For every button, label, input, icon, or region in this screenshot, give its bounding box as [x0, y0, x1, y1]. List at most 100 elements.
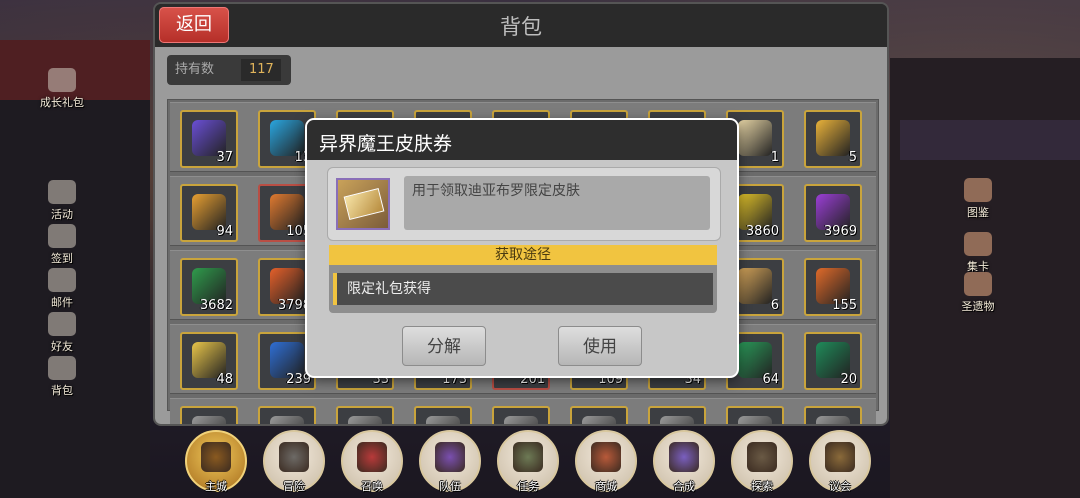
item-icon: [660, 416, 694, 424]
card-icon: [964, 232, 992, 256]
nav-item-3[interactable]: 召唤: [341, 430, 403, 493]
bag-icon: [48, 356, 76, 380]
crystal-icon: [669, 442, 699, 472]
inventory-slot[interactable]: [258, 406, 316, 424]
swords-icon: [279, 442, 309, 472]
inventory-slot[interactable]: 3969: [804, 184, 862, 242]
item-quantity: 48: [216, 372, 233, 387]
nav-item-9[interactable]: 议会: [809, 430, 871, 493]
sidebar-item-codex[interactable]: 图鉴: [948, 178, 1008, 220]
inventory-slot[interactable]: [648, 406, 706, 424]
acquire-source-header: 获取途径: [329, 245, 717, 265]
nav-item-4[interactable]: 队伍: [419, 430, 481, 493]
inventory-slot[interactable]: [180, 406, 238, 424]
item-icon: [738, 416, 772, 424]
item-icon: [738, 120, 772, 156]
nav-item-label: 议会: [829, 480, 851, 493]
item-count-label: 持有数: [175, 62, 215, 77]
decompose-button[interactable]: 分解: [402, 326, 486, 366]
inventory-slot[interactable]: [726, 406, 784, 424]
nav-item-label: 召唤: [361, 480, 383, 493]
inventory-slot[interactable]: 37: [180, 110, 238, 168]
item-quantity: 94: [216, 224, 233, 239]
inventory-slot[interactable]: 94: [180, 184, 238, 242]
item-icon: [816, 120, 850, 156]
item-quantity: 3969: [823, 224, 857, 239]
item-icon: [504, 416, 538, 424]
item-quantity: 6: [770, 298, 779, 313]
use-button[interactable]: 使用: [558, 326, 642, 366]
item-quantity: 64: [762, 372, 779, 387]
gift-icon: [48, 68, 76, 92]
shop-tree-icon: [591, 442, 621, 472]
acquire-source-item[interactable]: 限定礼包获得: [333, 273, 713, 305]
acquire-source-box: 获取途径 限定礼包获得: [329, 245, 717, 313]
castle-icon: [201, 442, 231, 472]
item-quantity: 3860: [745, 224, 779, 239]
mail-icon: [48, 268, 76, 292]
sidebar-item-mail[interactable]: 邮件: [32, 268, 92, 310]
summon-card-icon: [357, 442, 387, 472]
item-icon: [582, 416, 616, 424]
inventory-slot[interactable]: 20: [804, 332, 862, 390]
inventory-slot[interactable]: [492, 406, 550, 424]
sidebar-item-friends[interactable]: 好友: [32, 312, 92, 354]
nav-item-7[interactable]: 合成: [653, 430, 715, 493]
item-icon: [816, 416, 850, 424]
calendar-icon: [48, 224, 76, 248]
item-icon: [348, 416, 382, 424]
team-shield-icon: [435, 442, 465, 472]
sidebar-item-events[interactable]: 活动: [32, 180, 92, 222]
item-quantity: 20: [840, 372, 857, 387]
inventory-slot[interactable]: [414, 406, 472, 424]
sidebar-item-cards[interactable]: 集卡: [948, 232, 1008, 274]
item-icon: [270, 416, 304, 424]
nav-item-label: 冒险: [283, 480, 305, 493]
compass-tools-icon: [747, 442, 777, 472]
nav-item-label: 主城: [205, 480, 227, 493]
bag-header: 返回 背包: [155, 4, 887, 47]
nav-item-5[interactable]: 任务: [497, 430, 559, 493]
nav-item-1[interactable]: 主城: [185, 430, 247, 493]
popup-header: 异界魔王皮肤券: [307, 120, 737, 160]
item-quantity: 37: [216, 150, 233, 165]
nav-item-label: 合成: [673, 480, 695, 493]
item-quantity: 155: [832, 298, 857, 313]
flag-icon: [48, 180, 76, 204]
sidebar-item-bag[interactable]: 背包: [32, 356, 92, 398]
inventory-slot[interactable]: [336, 406, 394, 424]
item-icon: [738, 268, 772, 304]
council-icon: [825, 442, 855, 472]
item-quantity: 1: [770, 150, 779, 165]
item-count: 持有数 117: [167, 55, 291, 85]
nav-item-label: 任务: [517, 480, 539, 493]
friends-icon: [48, 312, 76, 336]
item-icon: [426, 416, 460, 424]
sidebar-item-growth-pack[interactable]: 成长礼包: [32, 68, 92, 110]
nav-item-6[interactable]: 商城: [575, 430, 637, 493]
inventory-slot[interactable]: 155: [804, 258, 862, 316]
inventory-slot[interactable]: [804, 406, 862, 424]
popup-title: 异界魔王皮肤券: [319, 133, 453, 155]
nav-item-label: 队伍: [439, 480, 461, 493]
sidebar-item-checkin[interactable]: 签到: [32, 224, 92, 266]
sidebar-item-relics[interactable]: 圣遗物: [948, 272, 1008, 314]
item-count-value: 117: [241, 59, 281, 81]
item-quantity: 3682: [199, 298, 233, 313]
book-icon: [964, 178, 992, 202]
item-description: 用于领取迪亚布罗限定皮肤: [404, 176, 710, 230]
inventory-slot[interactable]: 48: [180, 332, 238, 390]
item-quantity: 5: [848, 150, 857, 165]
item-icon: [192, 416, 226, 424]
nav-item-2[interactable]: 冒险: [263, 430, 325, 493]
nav-item-8[interactable]: 探索: [731, 430, 793, 493]
inventory-slot[interactable]: 5: [804, 110, 862, 168]
item-info-box: 用于领取迪亚布罗限定皮肤: [327, 167, 721, 241]
bag-title: 背包: [500, 15, 542, 39]
nav-item-label: 探索: [751, 480, 773, 493]
inventory-slot[interactable]: 3682: [180, 258, 238, 316]
nav-item-label: 商城: [595, 480, 617, 493]
inventory-slot[interactable]: [570, 406, 628, 424]
item-quantity: 239: [286, 372, 311, 387]
relic-icon: [964, 272, 992, 296]
